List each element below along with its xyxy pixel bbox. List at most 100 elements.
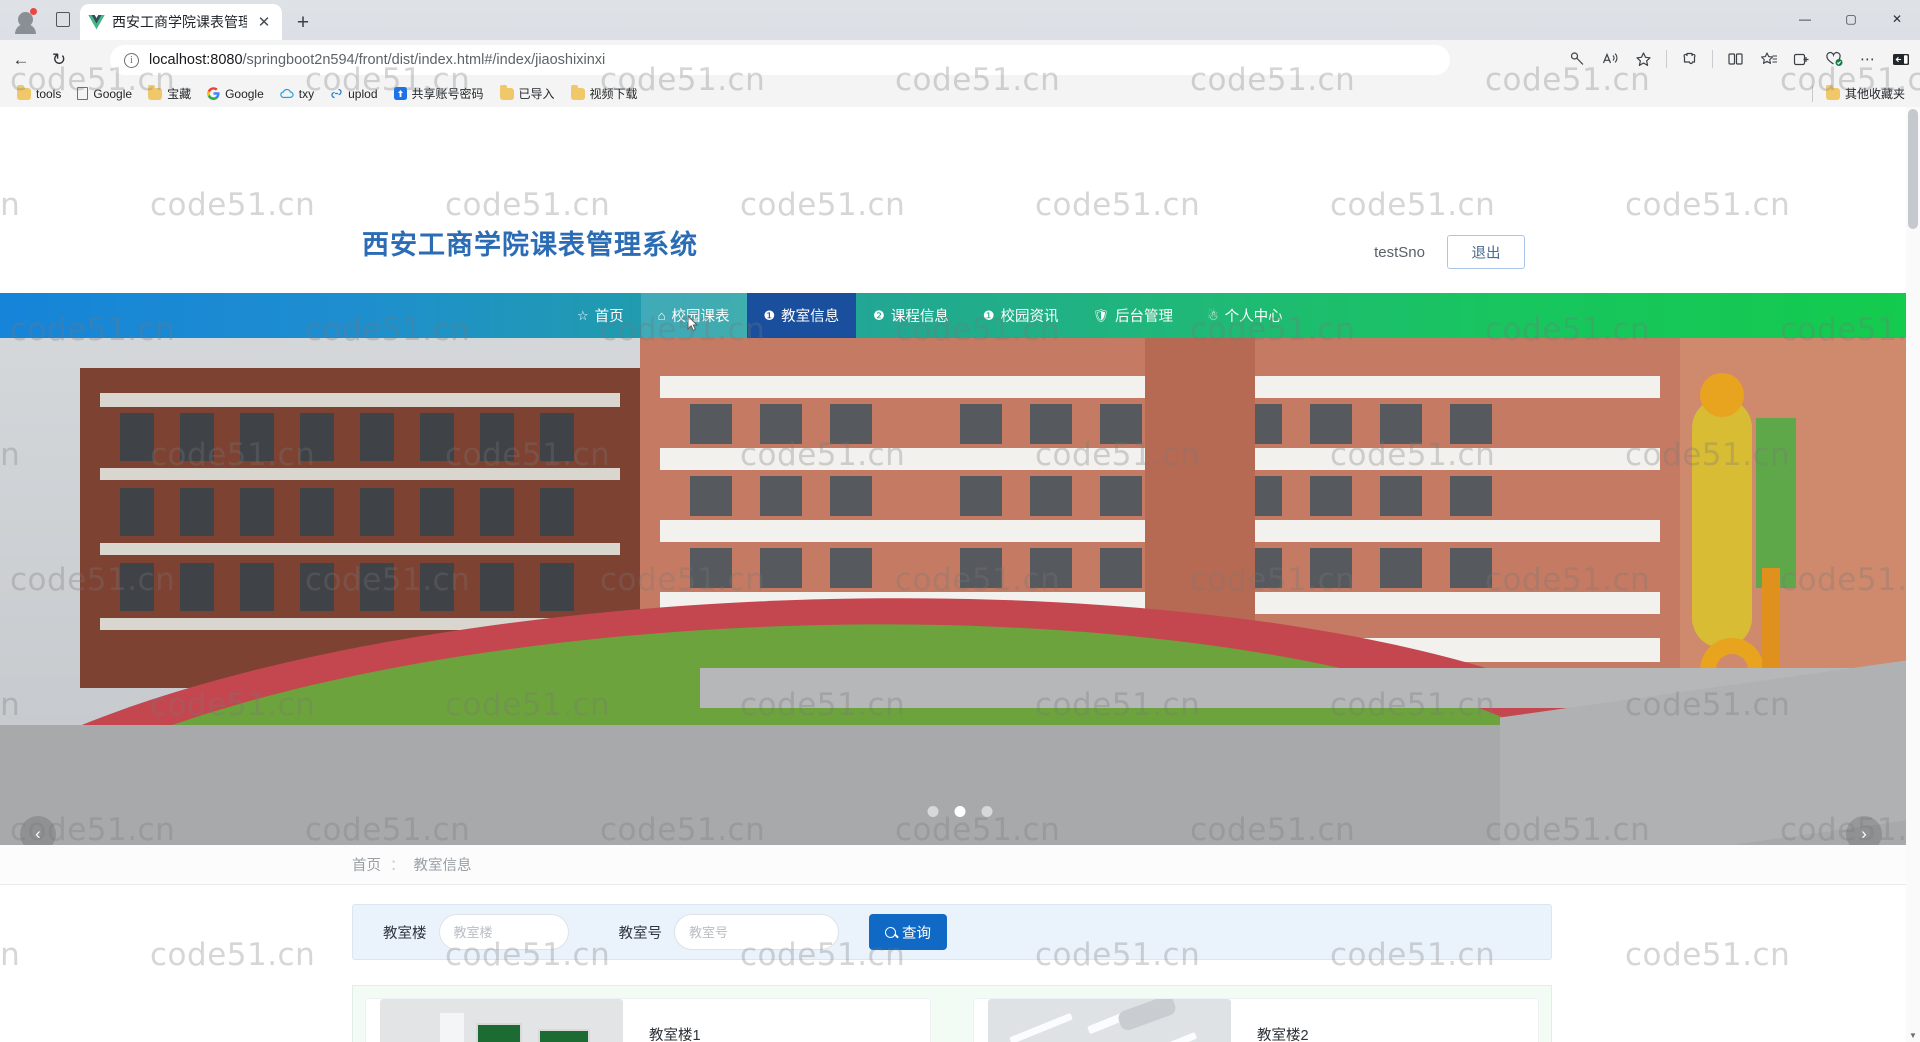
lecture-hall-illustration [380, 999, 623, 1042]
favorite-star-icon[interactable] [1628, 44, 1659, 74]
bookmarks-bar: tools Google 宝藏 Google txy uplod 共享账号密码 … [0, 80, 1920, 107]
site-info-icon[interactable]: i [124, 52, 139, 68]
bookmark-item[interactable]: 宝藏 [141, 82, 198, 105]
back-button[interactable]: ← [4, 45, 38, 75]
bookmark-item[interactable]: txy [273, 84, 321, 104]
building-field-label: 教室楼 [383, 925, 427, 942]
search-panel: 教室楼 教室号 查询 [352, 904, 1552, 960]
toolbar-divider [1666, 50, 1667, 68]
bookmark-item[interactable]: tools [10, 84, 68, 104]
address-bar[interactable]: i localhost:8080/springboot2n594/front/d… [110, 45, 1450, 75]
key-icon[interactable] [1562, 44, 1593, 74]
nav-item-classroom-info[interactable]: ❶ 教室信息 [746, 293, 857, 338]
notification-dot-icon [30, 8, 37, 15]
breadcrumb: 首页 ： 教室信息 [0, 845, 1920, 885]
carousel-dot[interactable] [927, 806, 939, 817]
bookmark-label: 宝藏 [167, 87, 192, 101]
nav-item-home[interactable]: ☆ 首页 [560, 293, 641, 338]
mouse-cursor-icon [687, 315, 698, 331]
bookmark-item[interactable]: Google [70, 84, 139, 104]
google-icon [207, 87, 220, 100]
logout-button[interactable]: 退出 [1447, 235, 1525, 269]
classroom-meta: 教室楼2 教室号2 [1257, 1020, 1524, 1042]
room-input[interactable] [674, 914, 839, 950]
split-screen-icon[interactable] [1720, 44, 1751, 74]
search-icon [885, 926, 896, 938]
classroom-meta: 教室楼1 教室号1 [649, 1020, 916, 1042]
classroom-card[interactable]: 教室楼1 教室号1 [365, 998, 931, 1042]
toolbar-right-icons: ⋯ [1562, 44, 1916, 74]
building-input[interactable] [438, 914, 569, 950]
bookmark-label: txy [298, 86, 315, 101]
nav-item-profile[interactable]: ☃ 个人中心 [1190, 293, 1300, 338]
close-window-button[interactable]: ✕ [1874, 0, 1920, 38]
bookmarks-divider [1811, 85, 1813, 102]
cloud-icon [280, 88, 294, 98]
address-bar-text: localhost:8080/springboot2n594/front/dis… [149, 52, 605, 68]
carousel-prev-button[interactable]: ‹ [20, 816, 56, 845]
bookmark-item[interactable]: 共享账号密码 [387, 82, 491, 105]
bookmark-item[interactable]: 已导入 [493, 82, 562, 105]
bookmark-label: tools [36, 86, 62, 101]
bookmarks-bar-right: 其他收藏夹 [1811, 82, 1912, 105]
header-user-area: testSno 退出 [1374, 235, 1525, 269]
collections-icon[interactable] [1753, 44, 1784, 74]
nav-label: 首页 [594, 309, 624, 325]
browser-toolbar: ← ↻ i localhost:8080/springboot2n594/fro… [0, 40, 1920, 80]
tab-search-button[interactable] [48, 5, 78, 33]
bookmark-label: 已导入 [518, 87, 555, 101]
profile-button[interactable] [8, 4, 42, 34]
nav-item-schedule[interactable]: ⌂ 校园课表 [640, 293, 747, 338]
carousel-dot[interactable] [981, 806, 993, 817]
browser-essentials-icon[interactable] [1819, 44, 1850, 74]
bookmark-item[interactable]: 视频下载 [564, 82, 645, 105]
hero-carousel[interactable]: code51. cn-源码乐园盗图必究 ‹ › [0, 338, 1920, 845]
breadcrumb-home[interactable]: 首页 [352, 854, 381, 875]
nav-item-campus-news[interactable]: ❶ 校园资讯 [966, 293, 1076, 338]
search-button-label: 查询 [902, 925, 931, 942]
classroom-building: 教室楼1 [649, 1024, 916, 1042]
scrollbar-thumb[interactable] [1908, 109, 1918, 229]
scroll-down-icon[interactable]: ▼ [1906, 1028, 1920, 1042]
tab-close-icon[interactable]: ✕ [254, 12, 274, 32]
classroom-card[interactable]: 教室楼2 教室号2 [973, 998, 1539, 1042]
blue-app-icon [393, 87, 407, 100]
tab-group-icon[interactable] [1786, 44, 1817, 74]
carousel-next-button[interactable]: › [1846, 816, 1882, 845]
search-button[interactable]: 查询 [869, 914, 947, 950]
nav-item-course-info[interactable]: ❷ 课程信息 [856, 293, 966, 338]
page-icon [77, 87, 89, 100]
maximize-button[interactable]: ▢ [1828, 0, 1874, 38]
bookmark-item[interactable]: Google [200, 84, 271, 104]
bookmark-item[interactable]: uplod [323, 84, 384, 104]
minimize-button[interactable]: — [1782, 0, 1828, 38]
carousel-dot-active[interactable] [954, 806, 966, 817]
new-tab-button[interactable]: + [290, 10, 316, 36]
nav-label: 校园资讯 [1000, 309, 1059, 325]
folder-icon [17, 85, 31, 100]
username-label: testSno [1374, 243, 1425, 261]
reload-button[interactable]: ↻ [42, 45, 76, 75]
sidebar-icon[interactable] [1885, 44, 1916, 74]
browser-tab[interactable]: 西安工商学院课表管理系统 ✕ [80, 4, 282, 40]
folder-icon [1825, 85, 1840, 100]
main-navigation: ☆ 首页 ⌂ 校园课表 ❶ 教室信息 ❷ 课程信息 ❶ 校园资讯 🛡 后台管理 [0, 293, 1920, 338]
nav-item-admin[interactable]: 🛡 后台管理 [1075, 293, 1190, 338]
question-icon: ❷ [873, 307, 885, 323]
other-favorites-label: 其他收藏夹 [1844, 87, 1905, 101]
carousel-slide-image [0, 338, 1920, 845]
page-scrollbar[interactable]: ▲ ▼ [1906, 107, 1920, 1042]
vue-favicon-icon [88, 14, 105, 29]
breadcrumb-current: 教室信息 [413, 858, 472, 874]
extensions-icon[interactable] [1674, 44, 1705, 74]
site-header [0, 107, 1920, 179]
bookmark-label: 视频下载 [589, 87, 638, 101]
tab-search-icon [56, 11, 70, 27]
other-favorites-button[interactable]: 其他收藏夹 [1819, 82, 1912, 105]
nav-label: 后台管理 [1115, 309, 1173, 325]
more-settings-icon[interactable]: ⋯ [1852, 44, 1883, 74]
read-aloud-icon[interactable] [1595, 44, 1626, 74]
calendar-icon: ⌂ [657, 308, 666, 323]
toolbar-divider-2 [1712, 50, 1713, 68]
